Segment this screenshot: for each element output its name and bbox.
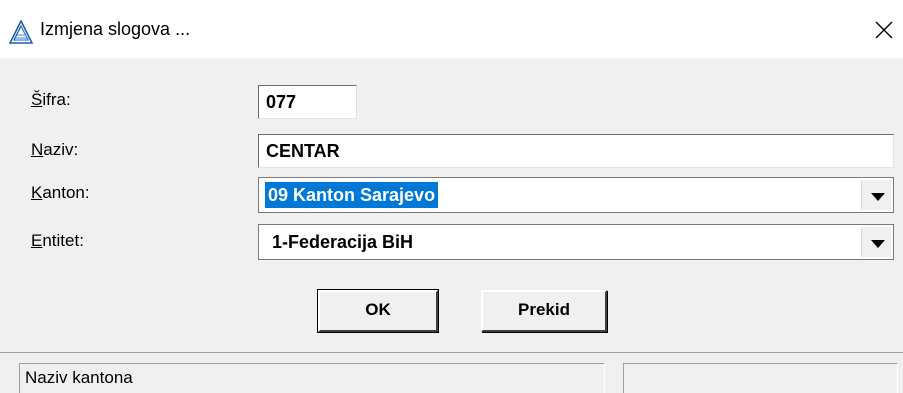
close-icon[interactable] [870, 16, 898, 44]
status-bar: Naziv kantona [0, 352, 903, 393]
entitet-selected-value: 1-Federacija BiH [272, 232, 414, 252]
dialog-window: Izmjena slogova ... Šifra: 077 Naziv: CE… [0, 0, 903, 393]
status-pane-hint: Naziv kantona [19, 363, 605, 393]
sifra-label: Šifra: [31, 90, 71, 109]
entitet-dropdown[interactable]: 1-Federacija BiH [258, 224, 894, 260]
naziv-label: Naziv: [31, 140, 79, 159]
dialog-body: Šifra: 077 Naziv: CENTAR Kanton: 09 Kant… [0, 58, 903, 352]
window-title: Izmjena slogova ... [40, 19, 191, 39]
cancel-button[interactable]: Prekid [481, 290, 607, 332]
status-pane-secondary [623, 363, 898, 393]
entitet-label: Entitet: [31, 231, 84, 250]
sifra-field[interactable]: 077 [258, 85, 357, 119]
app-triangle-icon [8, 19, 34, 44]
naziv-field[interactable]: CENTAR [258, 134, 894, 168]
chevron-down-icon[interactable] [861, 180, 891, 210]
kanton-selected-value: 09 Kanton Sarajevo [265, 182, 439, 208]
kanton-label: Kanton: [31, 183, 90, 202]
chevron-down-icon[interactable] [861, 227, 891, 257]
kanton-dropdown[interactable]: 09 Kanton Sarajevo [258, 177, 894, 213]
title-bar: Izmjena slogova ... [0, 0, 903, 58]
ok-button[interactable]: OK [317, 289, 439, 333]
